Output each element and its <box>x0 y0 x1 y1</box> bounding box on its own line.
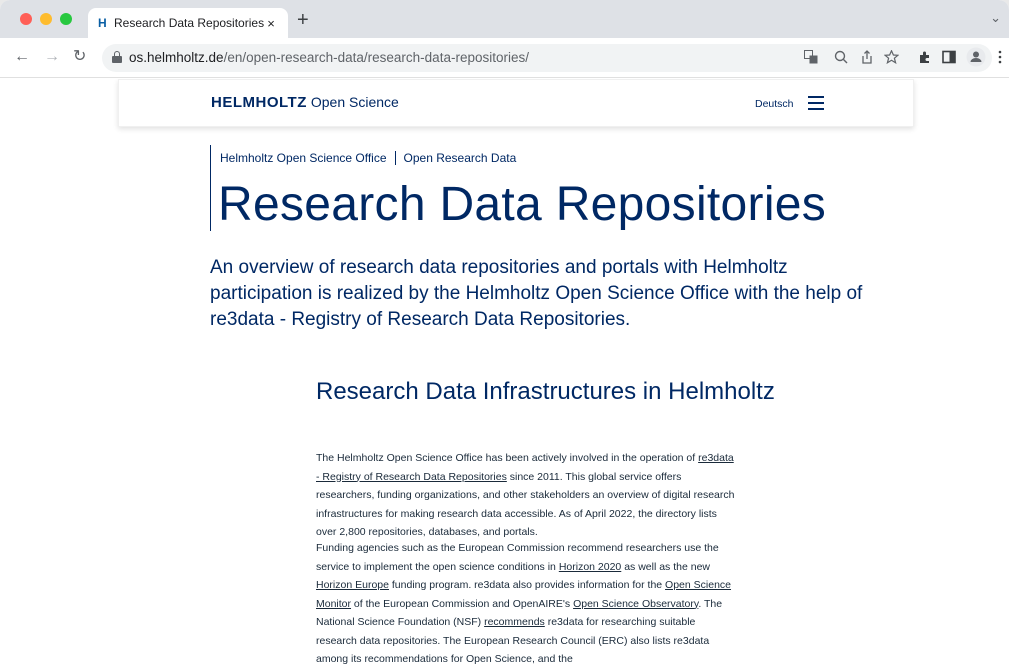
open-science-observatory-link[interactable]: Open Science Observatory <box>573 598 698 610</box>
new-tab-button[interactable]: + <box>297 10 309 30</box>
site-header: HELMHOLTZ Open Science Deutsch <box>118 79 914 127</box>
breadcrumb-item-open-research-data[interactable]: Open Research Data <box>404 151 517 165</box>
logo-subtitle: Open Science <box>310 94 399 110</box>
nsf-recommends-link[interactable]: recommends <box>484 616 545 628</box>
minimize-window-button[interactable] <box>40 13 52 25</box>
close-window-button[interactable] <box>20 13 32 25</box>
tab-strip: H Research Data Repositories - H × + ⌄ <box>0 0 1009 38</box>
body-paragraph-2: Funding agencies such as the European Co… <box>316 539 736 666</box>
breadcrumb: Helmholtz Open Science Office Open Resear… <box>220 151 516 165</box>
browser-window: H Research Data Repositories - H × + ⌄ ←… <box>0 0 1009 666</box>
browser-toolbar: ← → ↻ os.helmholtz.de/en/open-research-d… <box>0 38 1009 78</box>
web-page: HELMHOLTZ Open Science Deutsch Helmholtz … <box>0 79 1009 666</box>
logo-wordmark: HELMHOLTZ <box>211 94 307 111</box>
breadcrumb-separator <box>394 151 396 165</box>
horizon-europe-link[interactable]: Horizon Europe <box>316 579 389 591</box>
language-switch-link[interactable]: Deutsch <box>755 98 794 110</box>
helmholtz-favicon-icon: H <box>98 16 107 30</box>
profile-icon[interactable] <box>966 47 986 70</box>
p2-text-b: as well as the new <box>621 560 710 573</box>
translate-icon[interactable] <box>804 50 818 67</box>
maximize-window-button[interactable] <box>60 13 72 25</box>
body-paragraph-1: The Helmholtz Open Science Office has be… <box>316 449 736 542</box>
helmholtz-logo[interactable]: HELMHOLTZ Open Science <box>211 94 399 111</box>
back-icon[interactable]: ← <box>14 48 30 66</box>
browser-tab[interactable]: H Research Data Repositories - H × <box>88 8 288 38</box>
tab-search-chevron-icon[interactable]: ⌄ <box>990 10 1001 26</box>
extensions-icon[interactable] <box>918 50 932 67</box>
url-text[interactable]: os.helmholtz.de/en/open-research-data/re… <box>129 50 529 65</box>
hamburger-menu-icon[interactable] <box>808 96 824 110</box>
zoom-icon[interactable] <box>834 50 848 67</box>
tab-close-icon[interactable]: × <box>264 16 278 31</box>
horizon-2020-link[interactable]: Horizon 2020 <box>559 561 621 573</box>
forward-icon[interactable]: → <box>44 48 60 66</box>
section-title: Research Data Infrastructures in Helmhol… <box>316 378 775 405</box>
lock-icon[interactable] <box>112 51 122 63</box>
page-title: Research Data Repositories <box>218 178 827 231</box>
url-host: os.helmholtz.de <box>129 50 224 65</box>
share-icon[interactable] <box>860 50 874 67</box>
title-accent-line <box>210 145 211 231</box>
p2-text-c: funding program. re3data also provides i… <box>388 579 666 591</box>
tab-title: Research Data Repositories - H <box>114 16 264 30</box>
p1-text-a: The Helmholtz Open Science Office has be… <box>316 452 699 464</box>
p2-text-d: of the European Commission and OpenAIRE'… <box>351 597 574 610</box>
breadcrumb-item-office[interactable]: Helmholtz Open Science Office <box>220 151 387 165</box>
menu-icon[interactable] <box>998 50 1002 67</box>
url-path: /en/open-research-data/research-data-rep… <box>223 50 529 65</box>
lead-paragraph: An overview of research data repositorie… <box>210 257 863 330</box>
bookmark-star-icon[interactable] <box>883 49 900 67</box>
reload-icon[interactable]: ↻ <box>73 48 86 66</box>
address-bar[interactable]: os.helmholtz.de/en/open-research-data/re… <box>102 44 992 72</box>
sidepanel-icon[interactable] <box>942 50 956 67</box>
